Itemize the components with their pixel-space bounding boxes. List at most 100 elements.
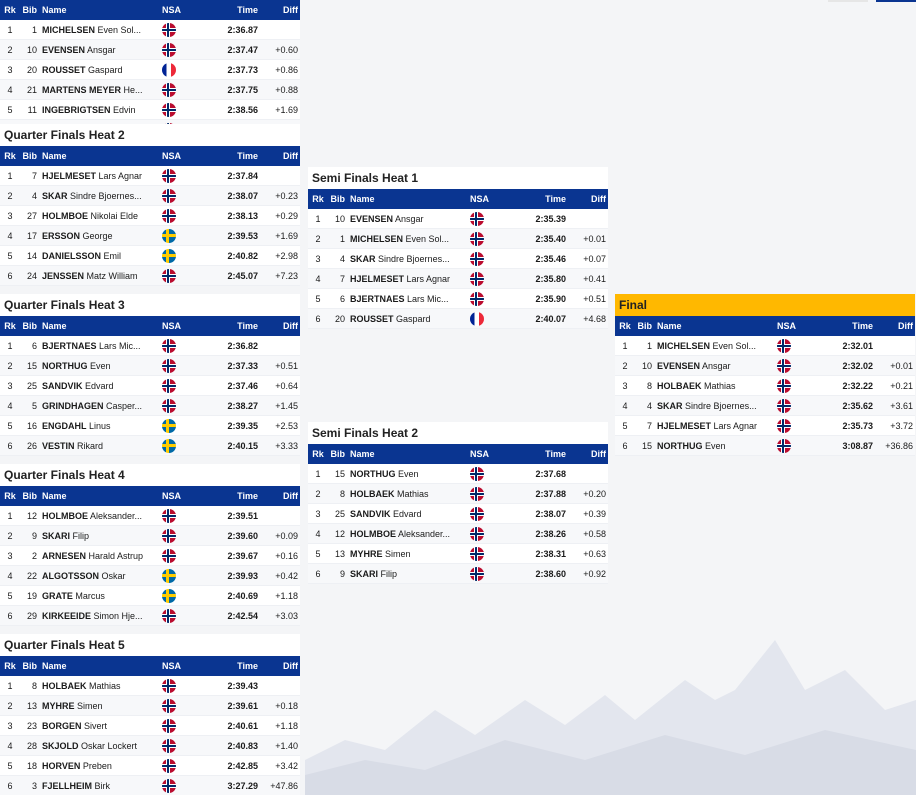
- athlete-name[interactable]: BJERTNAES Lars Mic...: [40, 341, 160, 351]
- athlete-name[interactable]: MYHRE Simen: [40, 701, 160, 711]
- column-header-name[interactable]: Name: [40, 5, 160, 15]
- column-header-time[interactable]: Time: [508, 194, 566, 204]
- athlete-name[interactable]: HJELMESET Lars Agnar: [40, 171, 160, 181]
- athlete-name[interactable]: HOLBAEK Mathias: [655, 381, 775, 391]
- athlete-name[interactable]: SANDVIK Edvard: [348, 509, 468, 519]
- column-header-time[interactable]: Time: [200, 5, 258, 15]
- athlete-name[interactable]: GRATE Marcus: [40, 591, 160, 601]
- table-row[interactable]: 6 20 ROUSSET Gaspard 2:40.07 +4.68: [308, 309, 608, 329]
- table-row[interactable]: 6 9 SKARI Filip 2:38.60 +0.92: [308, 564, 608, 584]
- column-header-diff[interactable]: Diff: [258, 491, 300, 501]
- table-row[interactable]: 5 14 DANIELSSON Emil 2:40.82 +2.98: [0, 246, 300, 266]
- athlete-name[interactable]: SKJOLD Oskar Lockert: [40, 741, 160, 751]
- athlete-name[interactable]: SKARI Filip: [40, 531, 160, 541]
- column-header-diff[interactable]: Diff: [873, 321, 915, 331]
- table-row[interactable]: 6 29 KIRKEEIDE Simon Hje... 2:42.54 +3.03: [0, 606, 300, 626]
- table-row[interactable]: 5 16 ENGDAHL Linus 2:39.35 +2.53: [0, 416, 300, 436]
- table-row[interactable]: 1 10 EVENSEN Ansgar 2:35.39: [308, 209, 608, 229]
- athlete-name[interactable]: BJERTNAES Lars Mic...: [348, 294, 468, 304]
- athlete-name[interactable]: MYHRE Simen: [348, 549, 468, 559]
- column-header-nsa[interactable]: NSA: [160, 661, 200, 671]
- table-row[interactable]: 3 4 SKAR Sindre Bjoernes... 2:35.46 +0.07: [308, 249, 608, 269]
- table-row[interactable]: 1 12 HOLMBOE Aleksander... 2:39.51: [0, 506, 300, 526]
- column-header-time[interactable]: Time: [508, 449, 566, 459]
- table-row[interactable]: 3 25 SANDVIK Edvard 2:37.46 +0.64: [0, 376, 300, 396]
- athlete-name[interactable]: DANIELSSON Emil: [40, 251, 160, 261]
- athlete-name[interactable]: JENSSEN Matz William: [40, 271, 160, 281]
- athlete-name[interactable]: VESTIN Rikard: [40, 441, 160, 451]
- column-header-name[interactable]: Name: [40, 661, 160, 671]
- column-header-time[interactable]: Time: [200, 661, 258, 671]
- athlete-name[interactable]: GRINDHAGEN Casper...: [40, 401, 160, 411]
- column-header-name[interactable]: Name: [40, 151, 160, 161]
- column-header-rk[interactable]: Rk: [308, 194, 328, 204]
- column-header-diff[interactable]: Diff: [566, 449, 608, 459]
- column-header-nsa[interactable]: NSA: [775, 321, 815, 331]
- column-header-nsa[interactable]: NSA: [160, 321, 200, 331]
- table-row[interactable]: 3 2 ARNESEN Harald Astrup 2:39.67 +0.16: [0, 546, 300, 566]
- table-row[interactable]: 3 25 SANDVIK Edvard 2:38.07 +0.39: [308, 504, 608, 524]
- table-row[interactable]: 3 23 BORGEN Sivert 2:40.61 +1.18: [0, 716, 300, 736]
- table-row[interactable]: 4 4 SKAR Sindre Bjoernes... 2:35.62 +3.61: [615, 396, 915, 416]
- column-header-bib[interactable]: Bib: [20, 491, 40, 501]
- column-header-rk[interactable]: Rk: [615, 321, 635, 331]
- column-header-name[interactable]: Name: [348, 194, 468, 204]
- table-row[interactable]: 4 28 SKJOLD Oskar Lockert 2:40.83 +1.40: [0, 736, 300, 756]
- table-row[interactable]: 4 21 MARTENS MEYER He... 2:37.75 +0.88: [0, 80, 300, 100]
- table-row[interactable]: 5 13 MYHRE Simen 2:38.31 +0.63: [308, 544, 608, 564]
- table-row[interactable]: 5 18 HORVEN Preben 2:42.85 +3.42: [0, 756, 300, 776]
- table-row[interactable]: 2 13 MYHRE Simen 2:39.61 +0.18: [0, 696, 300, 716]
- table-row[interactable]: 1 1 MICHELSEN Even Sol... 2:32.01: [615, 336, 915, 356]
- athlete-name[interactable]: MARTENS MEYER He...: [40, 85, 160, 95]
- athlete-name[interactable]: HJELMESET Lars Agnar: [348, 274, 468, 284]
- column-header-rk[interactable]: Rk: [308, 449, 328, 459]
- column-header-rk[interactable]: Rk: [0, 151, 20, 161]
- athlete-name[interactable]: ERSSON George: [40, 231, 160, 241]
- athlete-name[interactable]: HOLMBOE Aleksander...: [40, 511, 160, 521]
- column-header-bib[interactable]: Bib: [328, 194, 348, 204]
- athlete-name[interactable]: ALGOTSSON Oskar: [40, 571, 160, 581]
- athlete-name[interactable]: ROUSSET Gaspard: [348, 314, 468, 324]
- column-header-rk[interactable]: Rk: [0, 491, 20, 501]
- table-row[interactable]: 1 6 BJERTNAES Lars Mic... 2:36.82: [0, 336, 300, 356]
- table-row[interactable]: 3 8 HOLBAEK Mathias 2:32.22 +0.21: [615, 376, 915, 396]
- athlete-name[interactable]: MICHELSEN Even Sol...: [348, 234, 468, 244]
- athlete-name[interactable]: EVENSEN Ansgar: [655, 361, 775, 371]
- table-row[interactable]: 4 17 ERSSON George 2:39.53 +1.69: [0, 226, 300, 246]
- table-row[interactable]: 2 10 EVENSEN Ansgar 2:32.02 +0.01: [615, 356, 915, 376]
- column-header-nsa[interactable]: NSA: [160, 151, 200, 161]
- athlete-name[interactable]: KIRKEEIDE Simon Hje...: [40, 611, 160, 621]
- column-header-name[interactable]: Name: [40, 491, 160, 501]
- athlete-name[interactable]: EVENSEN Ansgar: [40, 45, 160, 55]
- table-row[interactable]: 1 15 NORTHUG Even 2:37.68: [308, 464, 608, 484]
- table-row[interactable]: 2 9 SKARI Filip 2:39.60 +0.09: [0, 526, 300, 546]
- column-header-diff[interactable]: Diff: [258, 321, 300, 331]
- athlete-name[interactable]: SKAR Sindre Bjoernes...: [40, 191, 160, 201]
- table-row[interactable]: 4 12 HOLMBOE Aleksander... 2:38.26 +0.58: [308, 524, 608, 544]
- table-row[interactable]: 2 1 MICHELSEN Even Sol... 2:35.40 +0.01: [308, 229, 608, 249]
- column-header-bib[interactable]: Bib: [20, 5, 40, 15]
- table-row[interactable]: 5 6 BJERTNAES Lars Mic... 2:35.90 +0.51: [308, 289, 608, 309]
- athlete-name[interactable]: ENGDAHL Linus: [40, 421, 160, 431]
- column-header-time[interactable]: Time: [200, 321, 258, 331]
- table-row[interactable]: 2 15 NORTHUG Even 2:37.33 +0.51: [0, 356, 300, 376]
- athlete-name[interactable]: NORTHUG Even: [348, 469, 468, 479]
- column-header-bib[interactable]: Bib: [20, 151, 40, 161]
- column-header-name[interactable]: Name: [348, 449, 468, 459]
- column-header-rk[interactable]: Rk: [0, 321, 20, 331]
- athlete-name[interactable]: FJELLHEIM Birk: [40, 781, 160, 791]
- athlete-name[interactable]: ARNESEN Harald Astrup: [40, 551, 160, 561]
- athlete-name[interactable]: HORVEN Preben: [40, 761, 160, 771]
- athlete-name[interactable]: ROUSSET Gaspard: [40, 65, 160, 75]
- column-header-diff[interactable]: Diff: [258, 151, 300, 161]
- column-header-nsa[interactable]: NSA: [160, 491, 200, 501]
- athlete-name[interactable]: HOLMBOE Aleksander...: [348, 529, 468, 539]
- column-header-name[interactable]: Name: [655, 321, 775, 331]
- table-row[interactable]: 3 27 HOLMBOE Nikolai Elde 2:38.13 +0.29: [0, 206, 300, 226]
- table-row[interactable]: 5 7 HJELMESET Lars Agnar 2:35.73 +3.72: [615, 416, 915, 436]
- table-row[interactable]: 4 7 HJELMESET Lars Agnar 2:35.80 +0.41: [308, 269, 608, 289]
- table-row[interactable]: 1 7 HJELMESET Lars Agnar 2:37.84: [0, 166, 300, 186]
- table-row[interactable]: 4 5 GRINDHAGEN Casper... 2:38.27 +1.45: [0, 396, 300, 416]
- column-header-diff[interactable]: Diff: [566, 194, 608, 204]
- athlete-name[interactable]: HOLMBOE Nikolai Elde: [40, 211, 160, 221]
